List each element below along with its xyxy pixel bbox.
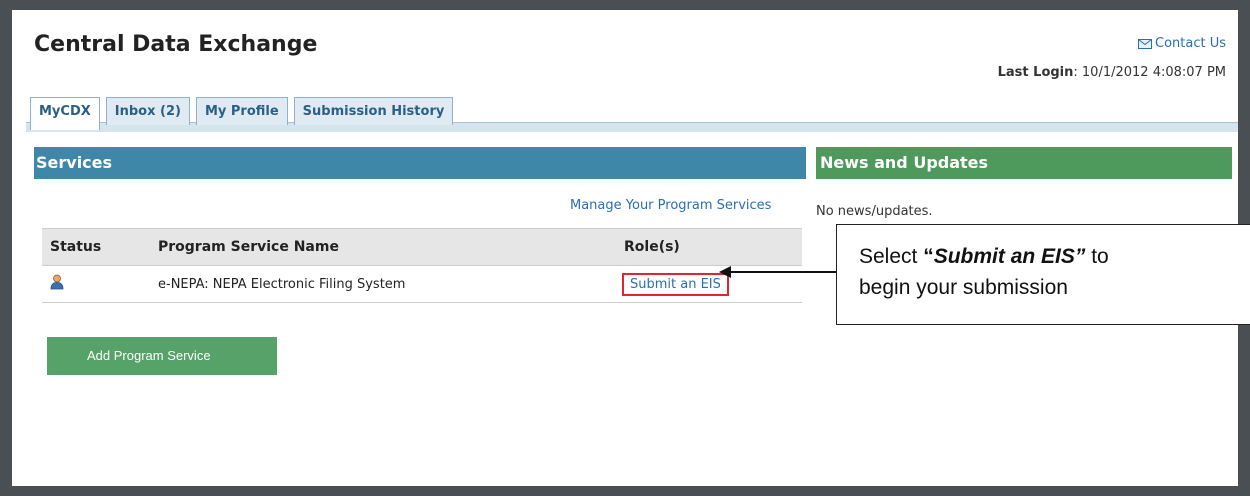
contact-us-label: Contact Us: [1155, 36, 1226, 51]
program-service-name: e-NEPA: NEPA Electronic Filing System: [158, 276, 406, 292]
table-header: Status Program Service Name Role(s): [42, 228, 802, 266]
no-news-text: No news/updates.: [816, 204, 933, 219]
submit-eis-link[interactable]: Submit an EIS: [622, 272, 729, 296]
callout-prefix: Select: [859, 245, 924, 268]
tab-mycdx[interactable]: MyCDX: [30, 97, 100, 130]
news-heading: News and Updates: [816, 147, 1232, 179]
last-login-label: Last Login: [997, 65, 1074, 80]
callout-emphasis: Submit an EIS: [933, 245, 1075, 268]
last-login: Last Login: 10/1/2012 4:08:07 PM: [998, 65, 1226, 80]
callout-arrow-icon: [719, 266, 837, 278]
column-status: Status: [50, 239, 102, 255]
tab-my-profile[interactable]: My Profile: [195, 97, 288, 125]
callout-line-2: begin your submission: [859, 276, 1068, 299]
add-program-service-button[interactable]: Add Program Service: [47, 337, 277, 375]
tab-submission-history[interactable]: Submission History: [293, 97, 454, 125]
services-table: Status Program Service Name Role(s) e-NE…: [42, 228, 802, 303]
table-row: e-NEPA: NEPA Electronic Filing System Su…: [42, 266, 802, 303]
tab-strip: MyCDX Inbox (2) My Profile Submission Hi…: [30, 97, 454, 130]
tab-inbox[interactable]: Inbox (2): [105, 97, 190, 125]
last-login-value: : 10/1/2012 4:08:07 PM: [1073, 65, 1226, 80]
services-heading: Services: [34, 147, 806, 179]
column-program-service-name: Program Service Name: [158, 239, 339, 255]
callout-suffix: to: [1085, 245, 1109, 268]
status-cell: [42, 274, 148, 294]
manage-program-services-link[interactable]: Manage Your Program Services: [570, 198, 771, 213]
callout-quote-close: ”: [1074, 245, 1086, 268]
callout-quote-open: “: [923, 245, 934, 268]
mail-icon: [1138, 38, 1152, 49]
user-icon: [50, 274, 64, 290]
column-roles: Role(s): [624, 239, 680, 255]
instruction-callout: Select “Submit an EIS” to begin your sub…: [836, 224, 1250, 325]
callout-line-1: Select “Submit an EIS” to: [859, 241, 1250, 272]
contact-us-link[interactable]: Contact Us: [1138, 36, 1226, 51]
page-title: Central Data Exchange: [34, 32, 318, 57]
